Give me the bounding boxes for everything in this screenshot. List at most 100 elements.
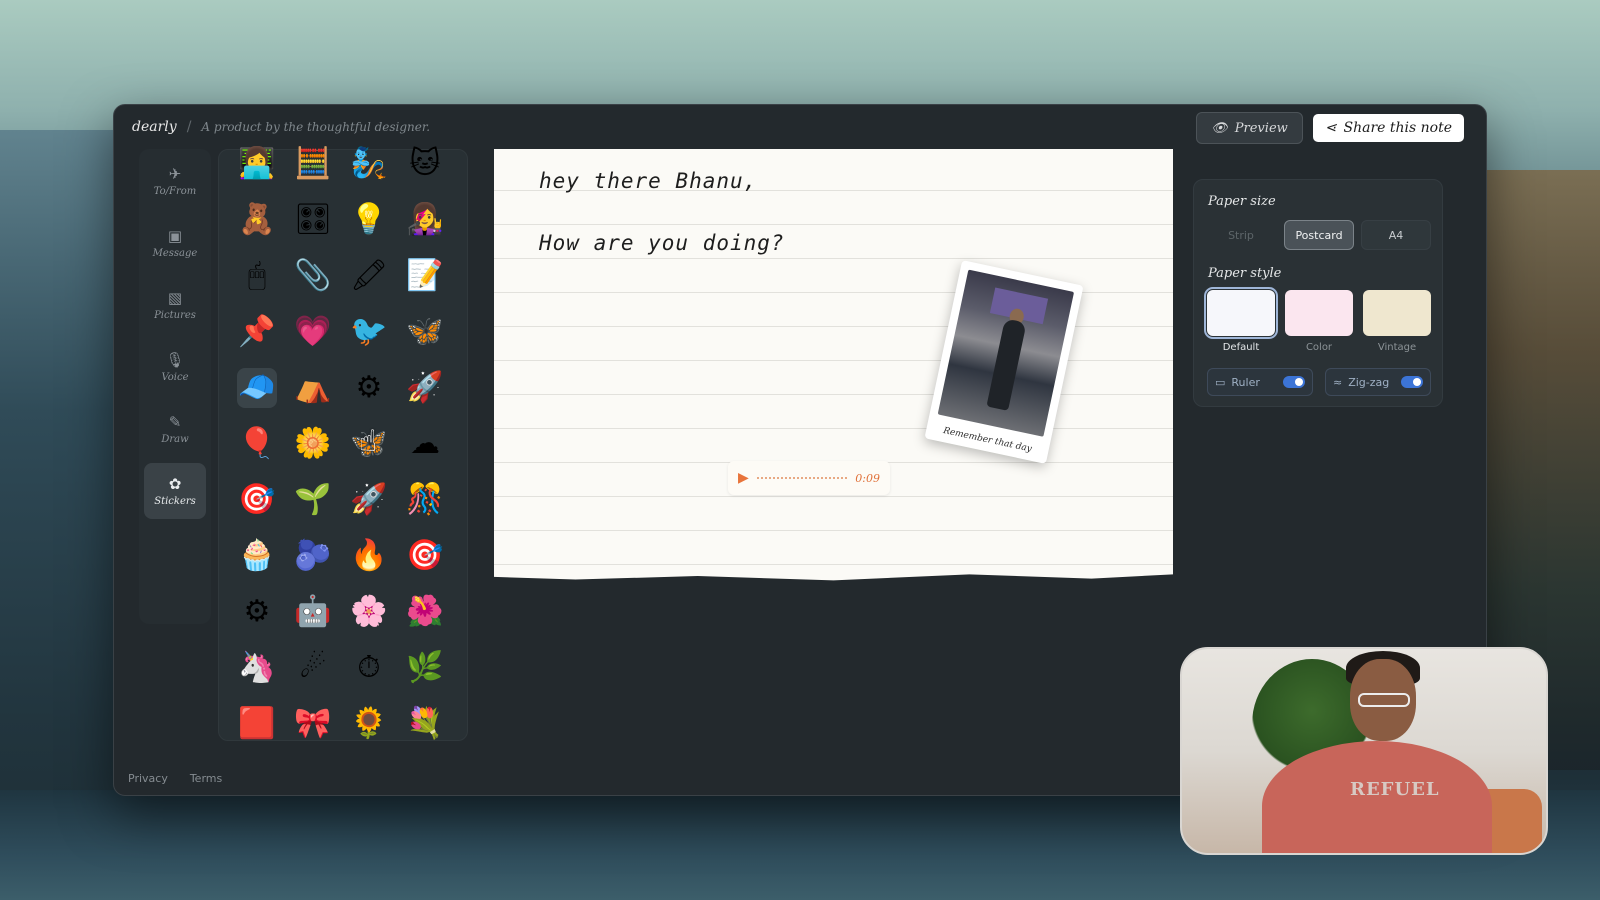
sidebar-item-label: Message	[152, 247, 198, 259]
zigzag-switch[interactable]	[1401, 376, 1423, 388]
sticker-item[interactable]: 🐦	[349, 312, 389, 352]
sidebar-item-to-from[interactable]: ✈ To/From	[144, 153, 206, 209]
privacy-link[interactable]: Privacy	[128, 772, 168, 785]
sticker-item[interactable]: ⚙	[237, 592, 277, 632]
style-label-color: Color	[1305, 342, 1333, 353]
sticker-item[interactable]: 🎈	[237, 424, 277, 464]
style-swatch-default[interactable]	[1204, 287, 1278, 339]
share-icon: ⋖	[1324, 120, 1337, 136]
sidebar-item-label: Stickers	[154, 495, 196, 507]
sidebar-item-label: Voice	[161, 371, 189, 383]
sticker-item[interactable]: ⚙	[349, 368, 389, 408]
image-icon: ▧	[167, 288, 183, 307]
sticker-item[interactable]: 🫐	[293, 536, 333, 576]
sidebar-item-pictures[interactable]: ▧ Pictures	[144, 277, 206, 333]
footer-links: Privacy Terms	[128, 772, 222, 785]
breadcrumb-separator: /	[186, 119, 192, 135]
sidebar-item-draw[interactable]: ✎ Draw	[144, 401, 206, 457]
sticker-item[interactable]: 🧮	[293, 144, 333, 184]
voice-waveform	[756, 477, 848, 479]
share-label: Share this note	[1343, 120, 1453, 136]
sticker-item[interactable]: 🎛	[293, 200, 333, 240]
message-icon: ▣	[167, 226, 183, 245]
voice-note-player[interactable]: ▶ 0:09	[728, 461, 890, 495]
ruler-icon: ▭	[1215, 375, 1226, 389]
play-icon[interactable]: ▶	[738, 470, 749, 486]
send-icon: ✈	[168, 164, 182, 183]
sticker-item[interactable]: 👩‍💻	[237, 144, 277, 184]
sidebar-item-label: To/From	[153, 185, 197, 197]
sticker-item[interactable]: 🌿	[405, 648, 445, 688]
sticker-item[interactable]: 👩‍🎤	[405, 200, 445, 240]
sticker-item[interactable]: ⏱	[349, 648, 389, 688]
sticker-item[interactable]: 🤖	[293, 592, 333, 632]
sticker-item[interactable]: 💐	[405, 704, 445, 744]
sticker-item[interactable]: ☁	[405, 424, 445, 464]
hand-cursor-icon: ☝	[359, 424, 378, 459]
sticker-item[interactable]: 💡	[349, 200, 389, 240]
sticker-item[interactable]: 🎊	[405, 480, 445, 520]
sticker-item[interactable]: 🌺	[405, 592, 445, 632]
terms-link[interactable]: Terms	[190, 772, 222, 785]
top-bar: dearly / A product by the thoughtful des…	[114, 105, 1486, 149]
style-swatch-vintage[interactable]	[1363, 290, 1431, 336]
zigzag-icon: ≈	[1333, 375, 1343, 389]
paper-style-heading: Paper style	[1208, 266, 1282, 281]
sticker-item[interactable]: 🌸	[349, 592, 389, 632]
sticker-item[interactable]: 🔥	[349, 536, 389, 576]
sticker-item[interactable]: 🌻	[349, 704, 389, 744]
zigzag-label: Zig-zag	[1348, 375, 1390, 389]
webcam-overlay: REFUEL	[1180, 647, 1548, 855]
ruler-toggle[interactable]: ▭ Ruler	[1207, 368, 1313, 396]
sticker-item[interactable]: 🧁	[237, 536, 277, 576]
sticker-item[interactable]: 🐱	[405, 144, 445, 184]
sticker-item[interactable]: 🎯	[237, 480, 277, 520]
sticker-item[interactable]: 🧸	[237, 200, 277, 240]
size-option-a4[interactable]: A4	[1361, 220, 1431, 250]
note-line-1[interactable]: hey there Bhanu,	[539, 169, 757, 193]
sticker-item[interactable]: 🎀	[293, 704, 333, 744]
sticker-item[interactable]: 📝	[405, 256, 445, 296]
tagline: A product by the thoughtful designer.	[201, 120, 431, 134]
style-label-vintage: Vintage	[1377, 342, 1417, 353]
size-option-postcard[interactable]: Postcard	[1284, 220, 1354, 250]
note-line-2[interactable]: How are you doing?	[539, 231, 785, 255]
sticker-item[interactable]: 🌼	[293, 424, 333, 464]
sticker-item[interactable]: ⛺	[293, 368, 333, 408]
sticker-item[interactable]: 🧞	[349, 144, 389, 184]
style-label-default: Default	[1222, 342, 1260, 353]
sticker-item[interactable]: 🌱	[293, 480, 333, 520]
sticker-item[interactable]: 🖱	[237, 256, 277, 296]
sticker-panel: 💐 🌻 🎀 🟥 🌿 ⏱ ☄ 🦄 🌺 🌸 🤖 ⚙ 🎯 🔥 🫐 🧁 🎊 🚀 🌱 🎯 ☁ 🦋 🌼 🎈 🚀 ⚙ ⛺ 🧢 🦋 🐦 💗 📌 📝 🖍 📎 🖱 👩‍🎤 💡…	[218, 146, 468, 744]
sticker-item[interactable]: 🖍	[349, 256, 389, 296]
sticker-item[interactable]: 🚀	[405, 368, 445, 408]
sticker-item[interactable]: 🦋	[405, 312, 445, 352]
preview-label: Preview	[1234, 120, 1288, 136]
photo-image	[937, 269, 1075, 437]
sidebar-item-stickers[interactable]: ✿ Stickers	[144, 463, 206, 519]
style-swatch-color[interactable]	[1285, 290, 1353, 336]
sticker-item[interactable]: 🧢	[237, 368, 277, 408]
sticker-item[interactable]: 🟥	[237, 704, 277, 744]
sticker-item[interactable]: 💗	[293, 312, 333, 352]
sticker-item[interactable]: 🦄	[237, 648, 277, 688]
polaroid-photo[interactable]: Remember that day	[924, 260, 1084, 464]
brand-name[interactable]: dearly	[132, 119, 177, 135]
sidebar-item-label: Draw	[161, 433, 189, 445]
zigzag-toggle[interactable]: ≈ Zig-zag	[1325, 368, 1431, 396]
sticker-item[interactable]: 🚀	[349, 480, 389, 520]
sidebar-item-voice[interactable]: 🎙 Voice	[144, 339, 206, 395]
preview-button[interactable]: 👁 Preview	[1196, 112, 1303, 144]
sidebar-nav: ✈ To/From ▣ Message ▧ Pictures 🎙 Voice ✎…	[139, 149, 211, 624]
size-option-strip[interactable]: Strip	[1206, 220, 1276, 250]
note-paper[interactable]: hey there Bhanu, How are you doing? Reme…	[494, 149, 1173, 581]
eye-icon: 👁	[1211, 120, 1228, 136]
sticker-item[interactable]: 🎯	[405, 536, 445, 576]
ruler-switch[interactable]	[1283, 376, 1305, 388]
sidebar-item-message[interactable]: ▣ Message	[144, 215, 206, 271]
sticker-icon: ✿	[168, 474, 182, 493]
sticker-item[interactable]: 📎	[293, 256, 333, 296]
share-button[interactable]: ⋖ Share this note	[1312, 114, 1464, 142]
sticker-item[interactable]: ☄	[293, 648, 333, 688]
sticker-item[interactable]: 📌	[237, 312, 277, 352]
